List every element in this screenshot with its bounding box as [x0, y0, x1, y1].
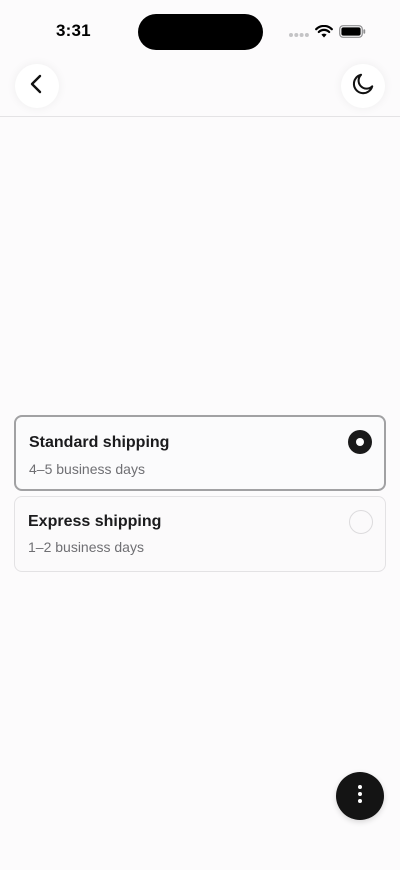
signal-dots-icon: [289, 25, 309, 43]
status-icons: [289, 24, 366, 43]
nav-bar: [0, 60, 400, 117]
battery-icon: [339, 25, 366, 43]
option-title: Standard shipping: [29, 434, 170, 451]
option-subtitle: 1–2 business days: [28, 539, 144, 555]
moon-icon: [350, 71, 376, 102]
status-time: 3:31: [56, 21, 91, 40]
more-vertical-icon: [357, 784, 363, 809]
more-options-button[interactable]: [336, 772, 384, 820]
back-button[interactable]: [15, 64, 59, 108]
chevron-left-icon: [29, 74, 45, 99]
shipping-option-express[interactable]: Express shipping 1–2 business days: [14, 496, 386, 572]
shipping-option-standard[interactable]: Standard shipping 4–5 business days: [14, 415, 386, 491]
wifi-icon: [315, 24, 333, 43]
theme-toggle-button[interactable]: [341, 64, 385, 108]
option-title: Express shipping: [28, 513, 162, 530]
shipping-options: Standard shipping 4–5 business days Expr…: [14, 415, 386, 577]
status-bar: 3:31: [0, 0, 400, 60]
option-subtitle: 4–5 business days: [29, 461, 145, 477]
dynamic-island: [138, 14, 263, 50]
radio-unselected[interactable]: [349, 510, 373, 534]
radio-selected[interactable]: [348, 430, 372, 454]
